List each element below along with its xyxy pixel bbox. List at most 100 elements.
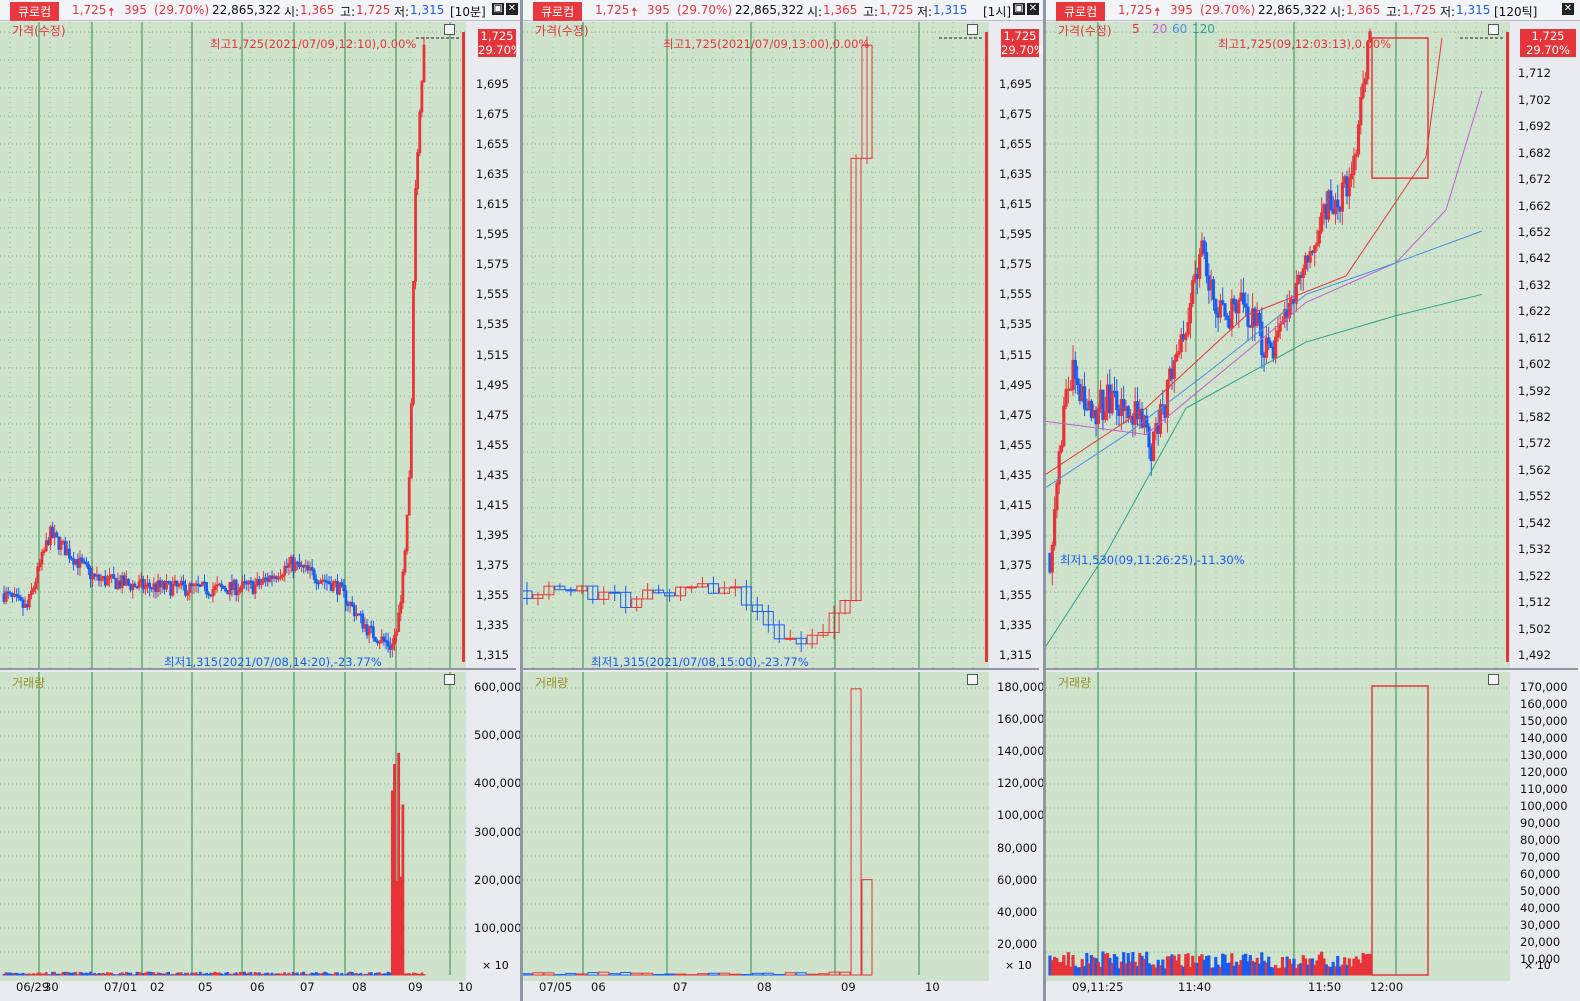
volume-bar <box>675 973 687 976</box>
candle <box>331 581 335 591</box>
candle <box>1050 544 1054 573</box>
volume-bar <box>795 972 807 976</box>
volume-bar <box>198 971 202 976</box>
volume-bar <box>312 973 316 976</box>
x-tick-label: 11:40 <box>1178 980 1212 994</box>
candle <box>243 581 247 584</box>
candle <box>1062 405 1066 447</box>
candle <box>213 585 217 591</box>
price-tick-label: 1,632 <box>1518 277 1551 292</box>
candle <box>1211 279 1216 300</box>
candle <box>1225 315 1229 320</box>
candle <box>1237 300 1241 314</box>
volume-bar <box>363 973 367 976</box>
volume-bar <box>217 972 221 976</box>
x-tick-label: 07/01 <box>104 980 138 994</box>
pane-control-icon <box>967 674 978 685</box>
candle <box>314 579 318 584</box>
candle <box>1053 509 1057 546</box>
candle <box>357 613 360 616</box>
candle <box>169 581 173 596</box>
candle <box>361 613 365 629</box>
x-tick-label: 08 <box>352 980 367 994</box>
price-tick-label: 1,602 <box>1518 357 1551 372</box>
candle <box>93 573 97 577</box>
high-annotation: 최고1,725(09,12:03:13),0.00% <box>1218 37 1392 51</box>
candle <box>173 580 177 586</box>
candle <box>116 580 120 590</box>
candle <box>393 634 396 645</box>
price-tick-label: 1,492 <box>1518 648 1551 662</box>
candle <box>154 583 158 592</box>
candle <box>1241 292 1245 305</box>
volume-bar <box>122 973 126 976</box>
volume-bar <box>264 972 268 976</box>
candle <box>285 565 289 568</box>
volume-bar <box>226 972 230 976</box>
x-tick-label: 07 <box>673 980 688 994</box>
candle <box>175 580 179 587</box>
volume-bar <box>32 973 35 976</box>
candle <box>101 575 105 580</box>
volume-bar <box>89 971 92 976</box>
volume-bar <box>36 972 40 976</box>
volume-bar <box>167 971 171 976</box>
price-tick-label: 1,475 <box>476 407 509 422</box>
candle <box>1246 306 1250 327</box>
volume-bar <box>253 972 257 976</box>
candle <box>21 599 25 608</box>
volume-bar <box>336 972 339 976</box>
price-tick-label: 1,592 <box>1518 383 1551 398</box>
volume-bar <box>388 972 392 976</box>
ma-legend-item: 5 <box>1132 22 1140 36</box>
candle <box>89 568 92 580</box>
volume-bar <box>179 972 183 976</box>
volume-tick-label: 80,000 <box>997 840 1038 855</box>
volume-bar <box>293 972 297 976</box>
candle <box>167 581 171 584</box>
candle <box>36 566 40 583</box>
candle <box>306 565 310 571</box>
candle <box>249 580 253 583</box>
candle <box>283 565 287 576</box>
candle <box>323 579 327 582</box>
candle <box>1214 298 1218 314</box>
candle <box>186 591 190 596</box>
candle <box>53 532 57 538</box>
candle <box>19 596 23 601</box>
candle <box>179 580 183 585</box>
volume-bar <box>367 972 371 976</box>
volume-bar <box>270 972 274 976</box>
candle <box>1371 37 1429 179</box>
candle <box>232 579 236 590</box>
volume-bar <box>806 973 818 976</box>
volume-bar <box>15 972 19 976</box>
x-tick-label: 30 <box>44 980 59 994</box>
candle <box>114 578 118 590</box>
pane-control-icon <box>967 24 978 35</box>
candle <box>230 582 234 590</box>
candle <box>95 574 99 577</box>
low-annotation: 최저1,315(2021/07/08,14:20),-23.77% <box>164 655 382 669</box>
candle <box>46 540 50 546</box>
panel-divider[interactable] <box>1043 0 1046 1001</box>
price-tick-label: 1,622 <box>1518 304 1551 319</box>
candle <box>1172 360 1176 379</box>
candle <box>268 575 272 582</box>
volume-bar <box>68 972 71 976</box>
volume-bar <box>707 972 719 976</box>
volume-bar <box>401 804 405 976</box>
panel-divider[interactable] <box>520 0 523 1001</box>
volume-bar <box>213 971 217 976</box>
price-tick-label: 1,415 <box>999 497 1032 512</box>
candle <box>192 583 196 587</box>
candle <box>80 557 84 563</box>
price-tick-label: 1,552 <box>1518 489 1551 504</box>
candle <box>99 578 103 581</box>
volume-bar <box>642 972 654 976</box>
volume-bar <box>192 973 196 976</box>
volume-bar <box>620 971 632 976</box>
candle <box>207 593 211 596</box>
candle <box>420 81 424 113</box>
price-tick-label: 1,335 <box>476 617 509 632</box>
